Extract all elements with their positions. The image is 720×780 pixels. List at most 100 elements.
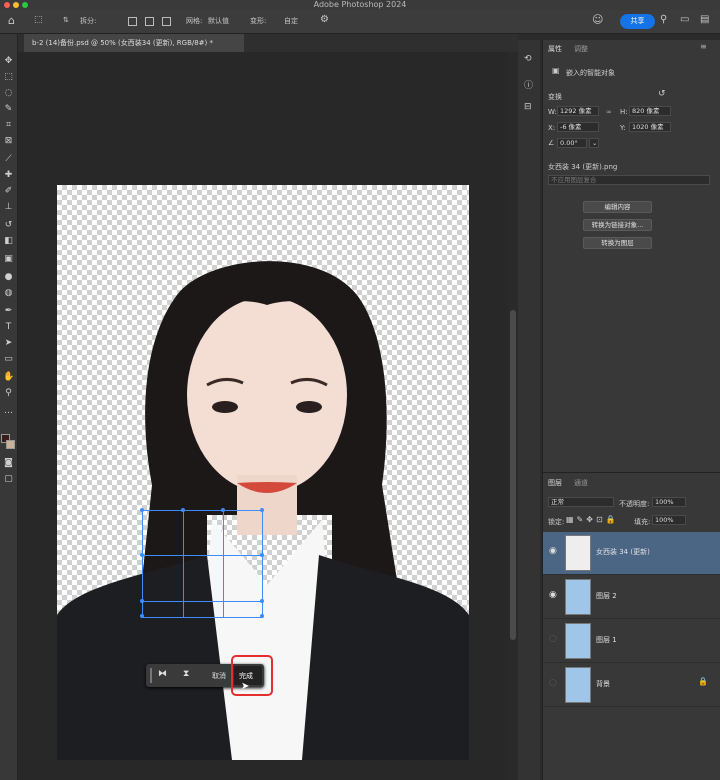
options-bar [0, 10, 720, 34]
healing-brush-icon[interactable]: ✚ [3, 170, 14, 181]
more-tools-icon[interactable]: … [3, 406, 14, 417]
maximize-window-button[interactable] [22, 2, 28, 8]
right-eye [296, 401, 322, 413]
angle-dropdown[interactable]: ⌄ [589, 138, 599, 148]
fill-field[interactable]: 100% [652, 515, 686, 525]
dodge-tool-icon[interactable]: ◍ [3, 288, 14, 299]
cancel-button[interactable]: 取消 [212, 671, 226, 681]
pen-tool-icon[interactable]: ✒ [3, 306, 14, 317]
smart-object-icon: ▣ [552, 66, 560, 75]
warp-handle[interactable] [260, 599, 264, 603]
eye-icon[interactable]: ◉ [549, 590, 557, 600]
history-brush-icon[interactable]: ↺ [3, 220, 14, 231]
eye-hidden-icon[interactable]: ○ [549, 678, 557, 688]
grid-select[interactable]: 默认值 [208, 16, 229, 26]
avatar-icon[interactable]: ☺ [592, 13, 603, 26]
layer-row[interactable]: ○ 背景 🔒 [543, 664, 720, 707]
minimize-window-button[interactable] [13, 2, 19, 8]
eye-hidden-icon[interactable]: ○ [549, 634, 557, 644]
move-tool-icon[interactable]: ✥ [3, 56, 14, 67]
quick-mask-icon[interactable]: ◙ [3, 458, 14, 469]
warp-handle[interactable] [140, 599, 144, 603]
deform-label: 变形: [250, 17, 267, 25]
workspace-icon[interactable]: ▭ [680, 14, 689, 25]
layer-row[interactable]: ◉ 图层 2 [543, 576, 720, 619]
flip-horizontal-icon[interactable]: ⧓ [158, 669, 167, 679]
hand-tool-icon[interactable]: ✋ [3, 372, 14, 383]
lock-icons[interactable]: ▦✎✥⊡🔒 [566, 515, 619, 524]
close-window-button[interactable] [4, 2, 10, 8]
edit-contents-button[interactable]: 编辑内容 [583, 201, 652, 213]
path-select-icon[interactable]: ➤ [3, 338, 14, 349]
home-icon[interactable]: ⌂ [8, 14, 15, 27]
split-cross-button[interactable] [128, 17, 137, 28]
document-tab[interactable]: b-2 (14)备份.psd @ 50% (女西装34 (更新), RGB/8#… [24, 34, 244, 52]
tab-properties[interactable]: 属性 [548, 44, 562, 54]
tab-layers[interactable]: 图层 [548, 478, 562, 488]
blur-tool-icon[interactable]: ● [3, 272, 14, 283]
blend-mode-select[interactable]: 正常 [548, 497, 614, 507]
smart-object-type: 嵌入的智能对象 [566, 69, 615, 77]
zoom-tool-icon[interactable]: ⚲ [3, 388, 14, 399]
eye-icon[interactable]: ◉ [549, 546, 557, 556]
width-field[interactable]: 1292 像素 [557, 106, 599, 116]
reset-transform-icon[interactable]: ↺ [658, 89, 666, 99]
lasso-tool-icon[interactable]: ◌ [3, 88, 14, 99]
split-horizontal-button[interactable] [162, 17, 171, 28]
share-button[interactable]: 共享 [620, 14, 655, 29]
flip-vertical-icon[interactable]: ⧗ [183, 669, 189, 679]
height-field[interactable]: 820 像素 [629, 106, 671, 116]
opacity-field[interactable]: 100% [652, 497, 686, 507]
eyedropper-icon[interactable]: ⟋ [3, 154, 14, 165]
tab-channels[interactable]: 通道 [574, 478, 588, 488]
layer-row[interactable]: ○ 图层 1 [543, 620, 720, 663]
stamp-tool-icon[interactable]: ⊥ [3, 202, 14, 213]
history-icon[interactable]: ⟲ [524, 54, 532, 64]
layer-row[interactable]: ◉ 女西装 34 (更新) [543, 532, 720, 575]
transform-tool-icon[interactable]: ⬚ [34, 15, 43, 25]
shape-tool-icon[interactable]: ▭ [3, 354, 14, 365]
scrollbar-thumb[interactable] [510, 310, 516, 640]
tab-adjust[interactable]: 调整 [574, 44, 588, 54]
warp-handle[interactable] [260, 614, 264, 618]
warp-handle[interactable] [260, 553, 264, 557]
adjust-panel-icon[interactable]: ⊟ [524, 102, 532, 112]
warp-handle[interactable] [140, 553, 144, 557]
warp-handle[interactable] [140, 614, 144, 618]
split-vertical-button[interactable] [145, 17, 154, 28]
info-icon[interactable]: ⓘ [524, 78, 533, 91]
type-tool-icon[interactable]: T [3, 322, 14, 333]
smart-object-filename: 女西装 34 (更新).png [548, 163, 618, 171]
angle-field[interactable]: 0.00° [557, 138, 587, 148]
convert-to-layers-button[interactable]: 转换为图层 [583, 237, 652, 249]
marquee-tool-icon[interactable]: ⬚ [3, 72, 14, 83]
warp-handle[interactable] [181, 508, 185, 512]
warp-handle[interactable] [221, 508, 225, 512]
gear-icon[interactable]: ⚙ [320, 14, 329, 25]
fill-label: 填充: [634, 518, 651, 526]
drag-handle[interactable] [150, 668, 152, 683]
warp-handle[interactable] [260, 508, 264, 512]
warp-grid[interactable] [140, 508, 264, 618]
link-icon[interactable]: ∞ [606, 108, 612, 116]
gradient-tool-icon[interactable]: ▣ [3, 254, 14, 265]
left-eye [212, 401, 238, 413]
search-icon[interactable]: ⚲ [660, 14, 667, 25]
panel-menu-icon[interactable]: ≡ [700, 42, 707, 51]
quick-select-icon[interactable]: ✎ [3, 104, 14, 115]
warp-handle[interactable] [140, 508, 144, 512]
crop-tool-icon[interactable]: ⌗ [3, 120, 14, 131]
highlight-box [231, 655, 273, 696]
panels-icon[interactable]: ▤ [700, 14, 709, 25]
x-field[interactable]: -6 像素 [557, 122, 599, 132]
deform-select[interactable]: 自定 [284, 16, 298, 26]
screen-mode-icon[interactable]: ▢ [3, 474, 14, 485]
eraser-tool-icon[interactable]: ◧ [3, 236, 14, 247]
brush-tool-icon[interactable]: ✐ [3, 186, 14, 197]
y-field[interactable]: 1020 像素 [629, 122, 671, 132]
background-color-swatch[interactable] [6, 440, 15, 449]
convert-to-linked-button[interactable]: 转换为链接对象... [583, 219, 652, 231]
frame-tool-icon[interactable]: ⊠ [3, 136, 14, 147]
layer-thumbnail [565, 579, 591, 615]
layer-comp-select[interactable]: 不应用图层复合 [548, 175, 710, 185]
